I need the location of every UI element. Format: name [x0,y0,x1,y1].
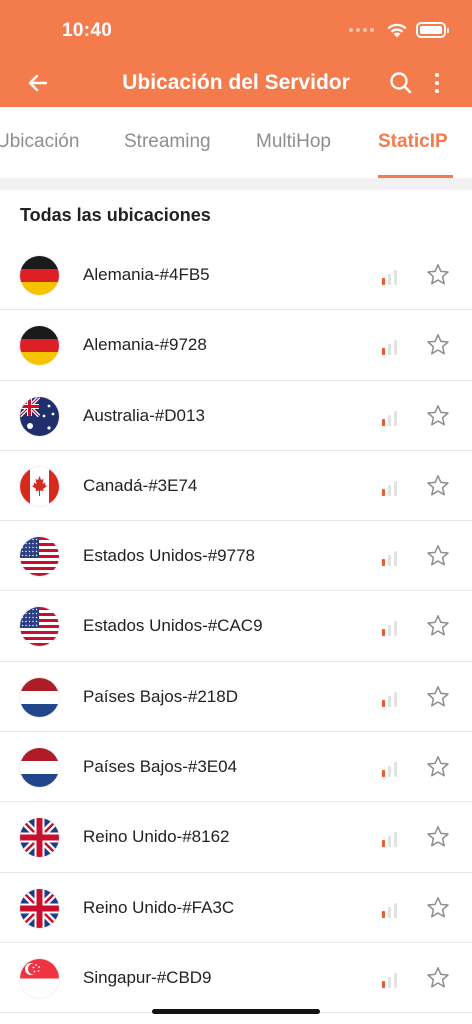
favorite-button[interactable] [426,825,450,849]
star-outline-icon [427,545,449,566]
location-name: Reino Unido-#8162 [83,827,230,847]
signal-indicator [382,618,401,637]
location-name: Países Bajos-#218D [83,686,238,706]
favorite-button[interactable] [426,333,450,357]
signal-indicator [382,548,401,567]
location-row[interactable]: Alemania-#9728 [0,310,472,381]
signal-strength-icon [382,480,397,496]
signal-indicator [382,689,401,707]
uk-flag-icon [20,818,59,858]
signal-indicator [382,337,401,356]
location-name: Canadá-#3E74 [83,475,198,495]
favorite-button[interactable] [426,263,450,287]
signal-indicator [382,829,401,848]
signal-indicator [382,267,401,285]
signal-strength-icon [382,972,397,988]
location-list: Alemania-#4FB5 Alemania-#9728 Australia-#D… [0,240,472,1014]
location-name: Australia-#D013 [83,405,205,425]
location-name: Reino Unido-#FA3C [83,897,235,917]
app-header: 10:40 Ubicación del Servidor [0,0,472,107]
favorite-button[interactable] [426,544,450,568]
location-name: Estados Unidos-#CAC9 [83,616,263,636]
star-outline-icon [427,615,449,636]
location-row[interactable]: Estados Unidos-#9778 [0,521,472,592]
germany-flag-icon [20,326,59,366]
star-outline-icon [427,967,449,988]
wifi-icon [387,23,407,38]
signal-strength-icon [382,340,397,356]
signal-indicator [382,970,401,988]
usa-flag-icon [20,537,59,577]
status-indicators [349,22,449,38]
favorite-button[interactable] [426,685,450,709]
canada-flag-icon [20,466,59,506]
signal-strength-icon [382,902,397,918]
uk-flag-icon [20,888,59,928]
more-options-button[interactable] [428,70,446,96]
tab-multihop[interactable]: MultiHop [256,131,331,153]
location-row[interactable]: Países Bajos-#218D [0,662,472,733]
signal-indicator [382,900,401,918]
signal-strength-icon [382,551,397,567]
germany-flag-icon [20,256,59,295]
search-icon [390,72,412,94]
star-outline-icon [427,474,449,496]
favorite-button[interactable] [426,474,450,498]
usa-flag-icon [20,607,59,647]
favorite-button[interactable] [426,755,450,779]
favorite-button[interactable] [426,404,450,428]
netherlands-flag-icon [20,748,59,788]
location-row[interactable]: Australia-#D013 [0,381,472,451]
search-button[interactable] [388,70,414,96]
tab-bar: Ubicación Streaming MultiHop StaticIP [0,107,472,178]
signal-strength-icon [382,762,397,778]
tab-ubicacion[interactable]: Ubicación [0,131,79,153]
australia-flag-icon [20,396,59,436]
star-outline-icon [427,685,449,707]
location-name: Alemania-#4FB5 [83,265,210,284]
signal-strength-icon [382,621,397,637]
cellular-signal-icon [349,28,374,32]
signal-indicator [382,759,401,778]
divider [0,178,472,190]
signal-indicator [382,408,401,426]
signal-strength-icon [382,832,397,848]
signal-strength-icon [382,270,397,285]
star-outline-icon [427,826,449,847]
location-row[interactable]: Singapur-#CBD9 [0,943,472,1014]
location-row[interactable]: Reino Unido-#FA3C [0,873,472,943]
location-name: Países Bajos-#3E04 [83,757,238,777]
location-name: Singapur-#CBD9 [83,967,212,987]
star-outline-icon [427,334,449,355]
star-outline-icon [427,756,449,777]
battery-icon [416,22,449,38]
signal-indicator [382,478,401,496]
netherlands-flag-icon [20,677,59,717]
favorite-button[interactable] [426,966,450,990]
signal-strength-icon [382,691,397,707]
status-time: 10:40 [62,20,113,41]
star-outline-icon [427,264,449,285]
location-row[interactable]: Alemania-#4FB5 [0,240,472,311]
star-outline-icon [427,404,449,426]
favorite-button[interactable] [426,614,450,638]
section-title: Todas las ubicaciones [20,205,211,225]
star-outline-icon [427,896,449,918]
location-name: Estados Unidos-#9778 [83,546,256,566]
favorite-button[interactable] [426,896,450,920]
location-row[interactable]: Canadá-#3E74 [0,451,472,522]
tab-staticip[interactable]: StaticIP [378,131,448,153]
more-vertical-icon [435,73,439,77]
home-indicator [152,1009,320,1014]
location-row[interactable]: Estados Unidos-#CAC9 [0,591,472,662]
location-row[interactable]: Países Bajos-#3E04 [0,732,472,803]
singapore-flag-icon [20,958,59,998]
signal-strength-icon [382,410,397,426]
location-row[interactable]: Reino Unido-#8162 [0,802,472,873]
tab-streaming[interactable]: Streaming [124,131,211,153]
location-name: Alemania-#9728 [83,335,207,355]
